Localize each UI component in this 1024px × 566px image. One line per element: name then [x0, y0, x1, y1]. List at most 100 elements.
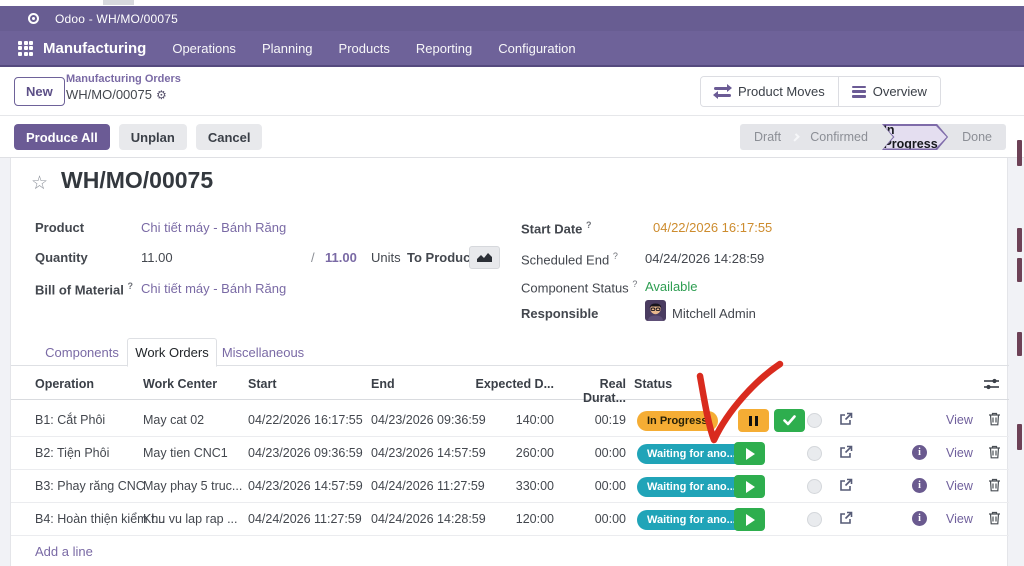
menu-planning[interactable]: Planning: [262, 41, 313, 56]
cell-start[interactable]: 04/24/2026 11:27:59: [248, 512, 362, 526]
table-row[interactable]: B2: Tiện Phôi May tien CNC1 04/23/2026 0…: [11, 437, 1009, 470]
info-icon[interactable]: i: [912, 445, 927, 460]
breadcrumb-current: WH/MO/00075: [66, 87, 152, 102]
cell-expected-duration[interactable]: 140:00: [466, 413, 554, 427]
external-link-icon[interactable]: [839, 445, 853, 462]
view-link[interactable]: View: [946, 479, 973, 493]
view-link[interactable]: View: [946, 413, 973, 427]
quantity-label: Quantity: [35, 250, 88, 265]
app-name[interactable]: Manufacturing: [43, 40, 146, 57]
favorite-star-icon[interactable]: ☆: [31, 172, 48, 195]
header-status[interactable]: Status: [634, 377, 672, 391]
cell-operation[interactable]: B2: Tiện Phôi: [35, 446, 109, 460]
table-row[interactable]: B1: Cắt Phôi May cat 02 04/22/2026 16:17…: [11, 404, 1009, 437]
view-link[interactable]: View: [946, 446, 973, 460]
product-moves-button[interactable]: Product Moves: [701, 77, 838, 106]
tab-work-orders[interactable]: Work Orders: [127, 338, 217, 367]
menu-products[interactable]: Products: [339, 41, 390, 56]
cell-start[interactable]: 04/23/2026 09:36:59: [248, 446, 363, 460]
header-end[interactable]: End: [371, 377, 395, 391]
cell-expected-duration[interactable]: 260:00: [466, 446, 554, 460]
check-icon: [783, 415, 796, 426]
start-button[interactable]: [734, 442, 765, 465]
unplan-button[interactable]: Unplan: [119, 124, 187, 150]
mark-done-button[interactable]: [774, 409, 805, 432]
view-link[interactable]: View: [946, 512, 973, 526]
tab-components[interactable]: Components: [37, 338, 127, 366]
menu-reporting[interactable]: Reporting: [416, 41, 472, 56]
external-link-icon[interactable]: [839, 478, 853, 495]
status-step-done[interactable]: Done: [948, 130, 1006, 144]
menu-configuration[interactable]: Configuration: [498, 41, 575, 56]
cell-operation[interactable]: B1: Cắt Phôi: [35, 413, 105, 427]
record-icon: [28, 13, 39, 24]
cell-real-duration[interactable]: 00:00: [559, 479, 626, 493]
gear-icon[interactable]: ⚙: [156, 88, 167, 102]
header-start[interactable]: Start: [248, 377, 276, 391]
responsible-value[interactable]: Mitchell Admin: [672, 306, 756, 321]
cell-expected-duration[interactable]: 120:00: [466, 512, 554, 526]
table-row[interactable]: B3: Phay răng CNC May phay 5 truc... 04/…: [11, 470, 1009, 503]
product-value[interactable]: Chi tiết máy - Bánh Răng: [141, 220, 286, 235]
avatar[interactable]: [645, 300, 666, 321]
table-row[interactable]: B4: Hoàn thiện kiểm t... Khu vu lap rap …: [11, 503, 1009, 536]
add-a-line-link[interactable]: Add a line: [35, 544, 93, 559]
table-header: Operation Work Center Start End Expected…: [11, 370, 1009, 400]
progress-circle-icon[interactable]: [807, 446, 822, 461]
window-title-bar: Odoo - WH/MO/00075: [0, 6, 1024, 31]
header-expected-duration[interactable]: Expected D...: [466, 377, 554, 391]
list-bars-icon: [852, 86, 866, 98]
progress-circle-icon[interactable]: [807, 413, 822, 428]
external-link-icon[interactable]: [839, 511, 853, 528]
forecast-chart-button[interactable]: [469, 246, 500, 269]
cell-start[interactable]: 04/22/2026 16:17:55: [248, 413, 363, 427]
bom-label: Bill of Material ?: [35, 281, 133, 297]
status-step-confirmed[interactable]: Confirmed: [796, 130, 882, 144]
cell-work-center[interactable]: May cat 02: [143, 413, 204, 427]
menu-operations[interactable]: Operations: [172, 41, 236, 56]
bom-value[interactable]: Chi tiết máy - Bánh Răng: [141, 281, 286, 296]
cell-start[interactable]: 04/23/2026 14:57:59: [248, 479, 363, 493]
component-status-label: Component Status ?: [521, 279, 637, 295]
cell-real-duration[interactable]: 00:00: [559, 512, 626, 526]
cell-operation[interactable]: B3: Phay răng CNC: [35, 479, 145, 493]
apps-grid-icon[interactable]: [18, 41, 33, 56]
cell-real-duration[interactable]: 00:19: [559, 413, 626, 427]
cell-work-center[interactable]: Khu vu lap rap ...: [143, 512, 238, 526]
cancel-button[interactable]: Cancel: [196, 124, 263, 150]
header-real-duration[interactable]: Real Durat...: [559, 377, 626, 405]
info-icon[interactable]: i: [912, 478, 927, 493]
page-background: ☆ WH/MO/00075 Product Chi tiết máy - Bán…: [0, 158, 1024, 566]
produce-all-button[interactable]: Produce All: [14, 124, 110, 150]
new-button[interactable]: New: [14, 77, 65, 106]
progress-circle-icon[interactable]: [807, 479, 822, 494]
quantity-produced[interactable]: 11.00: [141, 250, 173, 265]
status-step-in-progress[interactable]: In Progress: [882, 124, 948, 150]
pause-button[interactable]: [738, 409, 769, 432]
external-link-icon[interactable]: [839, 412, 853, 429]
header-operation[interactable]: Operation: [35, 377, 94, 391]
header-work-center[interactable]: Work Center: [143, 377, 217, 391]
delete-icon[interactable]: [988, 511, 1001, 528]
start-button[interactable]: [734, 508, 765, 531]
status-step-draft[interactable]: Draft: [740, 130, 795, 144]
start-date-value[interactable]: 04/22/2026 16:17:55: [653, 220, 772, 235]
info-icon[interactable]: i: [912, 511, 927, 526]
window-edge-fragment: [1017, 332, 1022, 356]
cell-expected-duration[interactable]: 330:00: [466, 479, 554, 493]
progress-circle-icon[interactable]: [807, 512, 822, 527]
start-button[interactable]: [734, 475, 765, 498]
optional-columns-icon[interactable]: [984, 377, 999, 394]
delete-icon[interactable]: [988, 445, 1001, 462]
cell-work-center[interactable]: May phay 5 truc...: [143, 479, 242, 493]
cell-real-duration[interactable]: 00:00: [559, 446, 626, 460]
breadcrumb: Manufacturing Orders WH/MO/00075 ⚙: [66, 73, 181, 103]
breadcrumb-parent[interactable]: Manufacturing Orders: [66, 73, 181, 87]
responsible-label: Responsible: [521, 306, 598, 321]
overview-button[interactable]: Overview: [838, 77, 940, 106]
delete-icon[interactable]: [988, 478, 1001, 495]
tab-miscellaneous[interactable]: Miscellaneous: [217, 338, 309, 366]
cell-work-center[interactable]: May tien CNC1: [143, 446, 228, 460]
delete-icon[interactable]: [988, 412, 1001, 429]
scheduled-end-value[interactable]: 04/24/2026 14:28:59: [645, 251, 764, 266]
